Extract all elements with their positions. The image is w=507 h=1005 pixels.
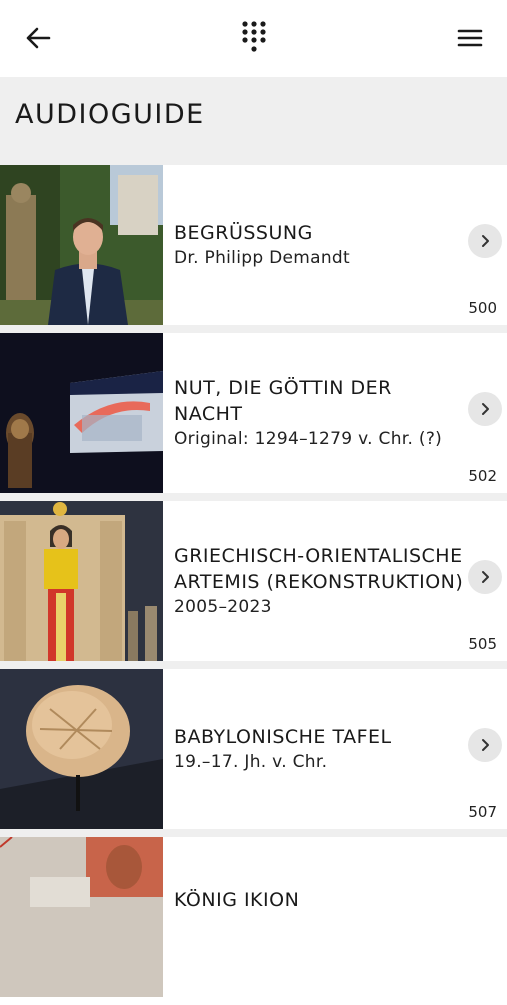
title-band: AUDIOGUIDE <box>0 77 507 165</box>
item-divider <box>0 493 507 501</box>
item-number: 502 <box>468 467 497 485</box>
item-number: 500 <box>468 299 497 317</box>
arrow-left-icon <box>26 27 51 49</box>
chevron-right-icon <box>482 403 489 415</box>
item-text: BEGRÜSSUNG Dr. Philipp Demandt <box>174 165 464 325</box>
menu-button[interactable] <box>450 18 490 58</box>
open-item-button[interactable] <box>468 224 502 258</box>
list-item-babylonische-tafel[interactable]: BABYLONISCHE TAFEL 19.–17. Jh. v. Chr. 5… <box>0 669 507 837</box>
keypad-button[interactable] <box>234 18 274 58</box>
hamburger-menu-icon <box>457 29 483 47</box>
numeric-keypad-icon <box>242 21 266 52</box>
list-item-begruessung[interactable]: BEGRÜSSUNG Dr. Philipp Demandt 500 <box>0 165 507 333</box>
item-title: BABYLONISCHE TAFEL <box>174 726 392 748</box>
item-subtitle: 19.–17. Jh. v. Chr. <box>174 752 328 772</box>
audioguide-list: BEGRÜSSUNG Dr. Philipp Demandt 500 NUT, … <box>0 165 507 1005</box>
page-title: AUDIOGUIDE <box>15 99 205 130</box>
item-thumbnail <box>0 333 163 493</box>
item-divider <box>0 325 507 333</box>
open-item-button[interactable] <box>468 728 502 762</box>
list-item-nut[interactable]: NUT, DIE GÖTTIN DER NACHT Original: 1294… <box>0 333 507 501</box>
item-thumbnail <box>0 837 163 997</box>
item-title: GRIECHISCH-ORIENTALISCHE ARTEMIS (REKONS… <box>174 545 464 593</box>
item-thumbnail <box>0 501 163 661</box>
item-title: NUT, DIE GÖTTIN DER NACHT <box>174 377 392 425</box>
chevron-right-icon <box>482 235 489 247</box>
item-number: 505 <box>468 635 497 653</box>
item-divider <box>0 661 507 669</box>
item-subtitle: Dr. Philipp Demandt <box>174 248 350 268</box>
top-bar <box>0 0 507 77</box>
item-thumbnail <box>0 165 163 325</box>
item-thumbnail <box>0 669 163 829</box>
back-button[interactable] <box>18 18 58 58</box>
item-text: KÖNIG IKION <box>174 837 464 997</box>
item-divider <box>0 829 507 837</box>
item-text: GRIECHISCH-ORIENTALISCHE ARTEMIS (REKONS… <box>174 501 464 661</box>
item-number: 507 <box>468 803 497 821</box>
chevron-right-icon <box>482 571 489 583</box>
item-subtitle: 2005–2023 <box>174 597 272 617</box>
item-title: BEGRÜSSUNG <box>174 222 313 244</box>
item-title: KÖNIG IKION <box>174 889 300 911</box>
item-subtitle: Original: 1294–1279 v. Chr. (?) <box>174 429 443 449</box>
chevron-right-icon <box>482 739 489 751</box>
open-item-button[interactable] <box>468 392 502 426</box>
list-item-koenig-ikion[interactable]: KÖNIG IKION <box>0 837 507 997</box>
item-text: NUT, DIE GÖTTIN DER NACHT Original: 1294… <box>174 333 464 493</box>
open-item-button[interactable] <box>468 560 502 594</box>
item-text: BABYLONISCHE TAFEL 19.–17. Jh. v. Chr. <box>174 669 464 829</box>
list-item-artemis[interactable]: GRIECHISCH-ORIENTALISCHE ARTEMIS (REKONS… <box>0 501 507 669</box>
